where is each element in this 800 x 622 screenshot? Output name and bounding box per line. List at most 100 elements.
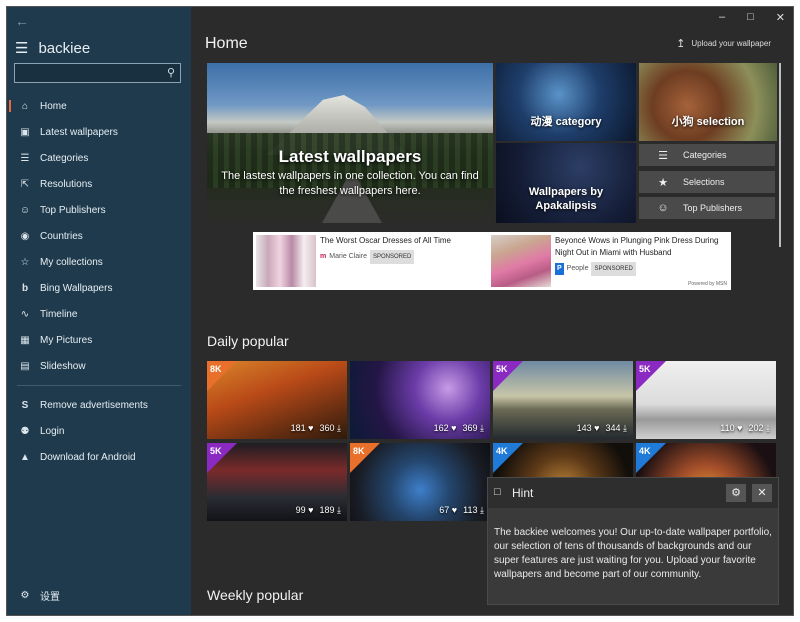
download-icon: ⤓ bbox=[480, 505, 484, 515]
search-box[interactable]: ⚲ bbox=[14, 63, 181, 83]
wallpaper-thumbnail[interactable]: 5K 110 ♥ 202 ⤓ bbox=[636, 361, 776, 439]
sidebar-item-label: Latest wallpapers bbox=[40, 126, 118, 138]
puppy-selection-tile[interactable]: 小狗 selection bbox=[639, 63, 777, 141]
resolution-badge: 5K bbox=[210, 446, 222, 456]
minimize-icon[interactable]: – bbox=[719, 11, 725, 24]
sidebar-item-my-pictures[interactable]: ▦ My Pictures bbox=[7, 327, 191, 353]
chat-icon: □ bbox=[494, 486, 501, 498]
horizontal-scrollbar[interactable] bbox=[779, 63, 781, 247]
sidebar-item-label: Resolutions bbox=[40, 178, 93, 190]
downloads-count: 360 bbox=[319, 423, 335, 433]
star-icon: ☆ bbox=[20, 256, 30, 268]
quick-link-label: Top Publishers bbox=[683, 203, 743, 213]
home-icon: ⌂ bbox=[21, 100, 29, 112]
wallpaper-thumbnail[interactable]: 8K 67 ♥ 113 ⤓ bbox=[350, 443, 490, 521]
dollar-icon: S bbox=[21, 399, 29, 411]
hint-settings-button[interactable]: ⚙ bbox=[726, 484, 746, 502]
thumbnail-stats: 143 ♥ 344 ⤓ bbox=[577, 423, 627, 434]
sidebar-item-label: Login bbox=[40, 425, 65, 437]
likes-count: 162 bbox=[433, 423, 449, 433]
thumbnail-stats: 99 ♥ 189 ⤓ bbox=[296, 505, 341, 516]
tile-label: 动漫 category bbox=[530, 116, 602, 128]
resolution-badge: 4K bbox=[639, 446, 651, 456]
sidebar-item-remove-ads[interactable]: S Remove advertisements bbox=[7, 392, 191, 418]
downloads-count: 369 bbox=[462, 423, 478, 433]
sidebar-item-my-collections[interactable]: ☆ My collections bbox=[7, 249, 191, 275]
wallpaper-thumbnail[interactable]: 8K 181 ♥ 360 ⤓ bbox=[207, 361, 347, 439]
download-icon: ⤓ bbox=[337, 423, 341, 433]
people-icon: ☺ bbox=[19, 204, 31, 216]
sidebar-item-resolutions[interactable]: ⇱ Resolutions bbox=[7, 171, 191, 197]
sidebar-item-login[interactable]: ⚉ Login bbox=[7, 418, 191, 444]
upload-wallpaper-button[interactable]: ↥ Upload your wallpaper bbox=[676, 37, 771, 50]
sidebar-item-download-android[interactable]: ▲ Download for Android bbox=[7, 444, 191, 470]
timeline-icon: ∿ bbox=[20, 308, 30, 320]
wallpapers-by-tile[interactable]: Wallpapers by Apakalipsis bbox=[496, 143, 636, 223]
image-icon: ▣ bbox=[20, 126, 30, 138]
sidebar-item-slideshow[interactable]: ▤ Slideshow bbox=[7, 353, 191, 379]
people-icon: ☺ bbox=[657, 202, 669, 214]
hint-close-button[interactable]: ✕ bbox=[752, 484, 772, 502]
section-title-weekly: Weekly popular bbox=[207, 587, 304, 603]
hero-subtitle: The lastest wallpapers in one collection… bbox=[221, 170, 479, 197]
sidebar-item-label: My collections bbox=[40, 256, 103, 268]
likes-count: 99 bbox=[295, 505, 306, 515]
download-icon: ⤓ bbox=[480, 423, 484, 433]
back-arrow-icon[interactable]: ← bbox=[15, 13, 29, 29]
main-content: – □ ✕ Home ↥ Upload your wallpaper Lates… bbox=[191, 7, 793, 615]
wallpaper-thumbnail[interactable]: 162 ♥ 369 ⤓ bbox=[350, 361, 490, 439]
hero-title: Latest wallpapers bbox=[278, 147, 422, 166]
heart-icon: ♥ bbox=[594, 423, 600, 433]
wallpaper-thumbnail[interactable]: 5K 99 ♥ 189 ⤓ bbox=[207, 443, 347, 521]
quick-link-label: Selections bbox=[683, 177, 725, 187]
sidebar: ← ☰ backiee ⚲ ⌂ Home ▣ Latest wallpapers… bbox=[7, 7, 191, 615]
tile-label: Wallpapers by Apakalipsis bbox=[528, 186, 604, 212]
close-icon[interactable]: ✕ bbox=[776, 11, 785, 24]
quick-link-categories[interactable]: ☰ Categories bbox=[639, 144, 775, 166]
picture-icon: ▦ bbox=[20, 334, 30, 346]
wallpaper-thumbnail[interactable]: 5K 143 ♥ 344 ⤓ bbox=[493, 361, 633, 439]
gear-icon: ⚙ bbox=[20, 590, 30, 601]
latest-wallpapers-hero[interactable]: Latest wallpapers The lastest wallpapers… bbox=[207, 63, 493, 223]
ad-source-icon: m bbox=[320, 253, 327, 260]
hint-popup: □ Hint ⚙ ✕ The backiee welcomes you! Our… bbox=[487, 477, 779, 605]
resolution-badge: 8K bbox=[210, 364, 222, 374]
heart-icon: ♥ bbox=[737, 423, 743, 433]
ad-item[interactable]: Beyoncé Wows in Plunging Pink Dress Duri… bbox=[491, 235, 725, 287]
search-input[interactable] bbox=[15, 65, 155, 83]
sidebar-item-timeline[interactable]: ∿ Timeline bbox=[7, 301, 191, 327]
sidebar-item-top-publishers[interactable]: ☺ Top Publishers bbox=[7, 197, 191, 223]
ad-banner[interactable]: The Worst Oscar Dresses of All Time m Ma… bbox=[253, 232, 731, 290]
downloads-count: 113 bbox=[463, 505, 478, 515]
thumbnail-stats: 162 ♥ 369 ⤓ bbox=[434, 423, 484, 434]
likes-count: 181 bbox=[290, 423, 306, 433]
sidebar-item-categories[interactable]: ☰ Categories bbox=[7, 145, 191, 171]
likes-count: 143 bbox=[576, 423, 592, 433]
tile-label: 小狗 selection bbox=[671, 116, 745, 128]
sidebar-item-home[interactable]: ⌂ Home bbox=[7, 93, 191, 119]
resize-icon: ⇱ bbox=[20, 178, 30, 190]
ad-item[interactable]: The Worst Oscar Dresses of All Time m Ma… bbox=[256, 235, 490, 287]
sidebar-nav: ⌂ Home ▣ Latest wallpapers ☰ Categories … bbox=[7, 93, 191, 470]
ad-source: People bbox=[566, 265, 589, 272]
download-icon: ⤓ bbox=[623, 423, 627, 433]
hamburger-menu-icon[interactable]: ☰ bbox=[15, 39, 28, 57]
sidebar-item-latest-wallpapers[interactable]: ▣ Latest wallpapers bbox=[7, 119, 191, 145]
downloads-count: 344 bbox=[605, 423, 621, 433]
quick-link-selections[interactable]: ★ Selections bbox=[639, 171, 775, 193]
ad-image bbox=[256, 235, 316, 287]
settings-button[interactable]: ⚙ 设置 bbox=[17, 588, 60, 603]
sidebar-item-label: Countries bbox=[40, 230, 83, 242]
resolution-badge: 4K bbox=[496, 446, 508, 456]
maximize-icon[interactable]: □ bbox=[747, 11, 754, 24]
search-icon[interactable]: ⚲ bbox=[167, 66, 175, 79]
sidebar-item-bing-wallpapers[interactable]: b Bing Wallpapers bbox=[7, 275, 191, 301]
upload-icon: ↥ bbox=[676, 38, 686, 50]
sidebar-item-countries[interactable]: ◉ Countries bbox=[7, 223, 191, 249]
quick-link-top-publishers[interactable]: ☺ Top Publishers bbox=[639, 197, 775, 219]
sidebar-item-label: Remove advertisements bbox=[40, 399, 148, 411]
ad-title: Beyoncé Wows in Plunging Pink Dress Duri… bbox=[555, 236, 719, 257]
sidebar-item-label: Timeline bbox=[40, 308, 78, 320]
hint-title: Hint bbox=[512, 486, 534, 500]
anime-category-tile[interactable]: 动漫 category bbox=[496, 63, 636, 141]
